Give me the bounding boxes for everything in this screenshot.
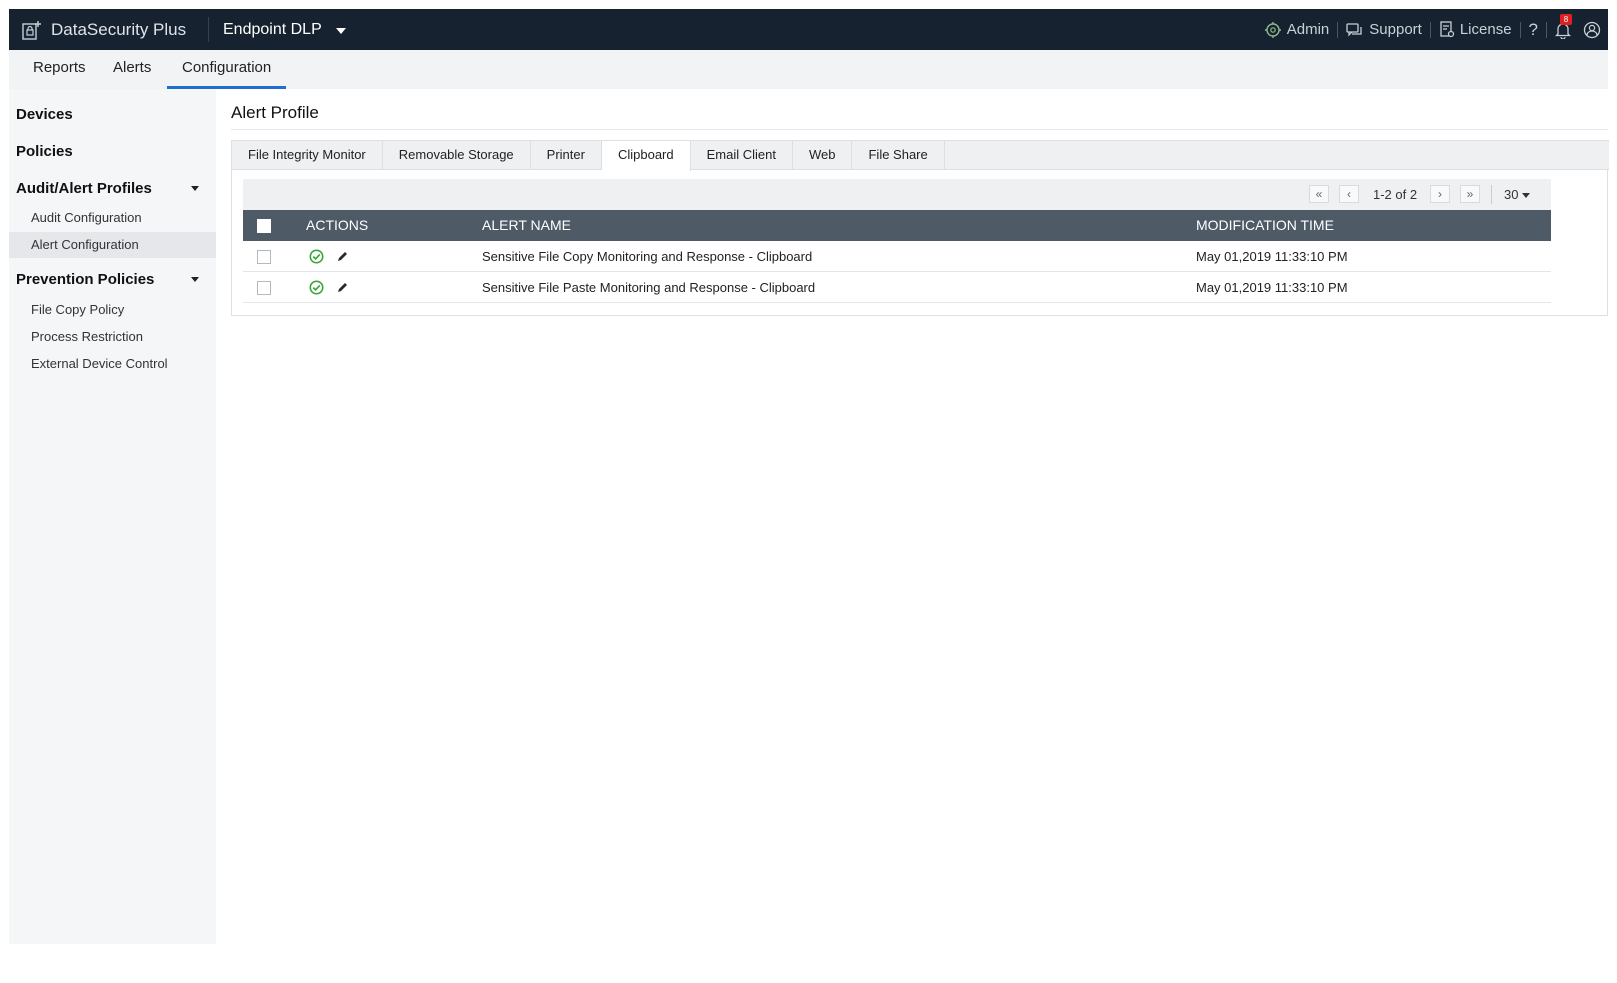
caret-down-icon — [191, 277, 199, 282]
row-checkbox[interactable] — [257, 250, 271, 264]
first-page-button[interactable]: « — [1309, 185, 1329, 203]
pagination-bar: « ‹ 1-2 of 2 › » 30 — [243, 179, 1551, 210]
tab-file-integrity-monitor[interactable]: File Integrity Monitor — [232, 141, 383, 170]
tab-email-client[interactable]: Email Client — [691, 141, 793, 170]
help-link[interactable]: ? — [1521, 20, 1546, 40]
sidebar-item-devices[interactable]: Devices — [16, 106, 73, 123]
table-row: Sensitive File Copy Monitoring and Respo… — [243, 241, 1551, 272]
tab-printer[interactable]: Printer — [531, 141, 602, 170]
divider — [1491, 185, 1492, 204]
edit-pencil-icon[interactable] — [336, 250, 349, 263]
chevron-down-icon — [335, 28, 346, 34]
modification-time-cell: May 01,2019 11:33:10 PM — [1196, 249, 1348, 264]
help-icon: ? — [1528, 19, 1538, 39]
brand-name: DataSecurity Plus — [51, 19, 187, 39]
brand-divider — [208, 17, 209, 42]
top-right-links: Admin Support License ? 8 — [1256, 9, 1608, 50]
table-header: ACTIONS ALERT NAME MODIFICATION TIME — [243, 210, 1551, 241]
support-link[interactable]: Support — [1338, 21, 1430, 38]
row-checkbox[interactable] — [257, 281, 271, 295]
page-range: 1-2 of 2 — [1373, 187, 1418, 202]
prev-page-button[interactable]: ‹ — [1339, 185, 1359, 203]
brand[interactable]: DataSecurity Plus — [21, 9, 186, 50]
modification-time-cell: May 01,2019 11:33:10 PM — [1196, 280, 1348, 295]
alert-table: ACTIONS ALERT NAME MODIFICATION TIME Sen… — [243, 210, 1551, 303]
sidebar: Devices Policies Audit/Alert Profiles Au… — [9, 89, 216, 944]
user-avatar-icon — [1583, 21, 1601, 38]
alert-profile-panel: File Integrity Monitor Removable Storage… — [231, 140, 1609, 316]
product-selector[interactable]: Endpoint DLP — [223, 9, 346, 50]
admin-link[interactable]: Admin — [1256, 21, 1338, 39]
support-label: Support — [1369, 21, 1422, 38]
tab-removable-storage[interactable]: Removable Storage — [383, 141, 531, 170]
sidebar-item-external-device-control[interactable]: External Device Control — [9, 351, 216, 377]
caret-down-icon — [1522, 193, 1531, 198]
admin-gear-icon — [1264, 21, 1281, 38]
page-title: Alert Profile — [231, 103, 319, 122]
column-header-alert-name[interactable]: ALERT NAME — [482, 210, 571, 241]
sidebar-item-process-restriction[interactable]: Process Restriction — [9, 324, 216, 350]
support-chat-icon — [1346, 22, 1362, 36]
caret-down-icon — [191, 186, 199, 191]
category-tabs: File Integrity Monitor Removable Storage… — [232, 140, 1609, 171]
tab-alerts[interactable]: Alerts — [113, 50, 151, 89]
tab-configuration[interactable]: Configuration — [167, 50, 287, 89]
product-name: Endpoint DLP — [223, 20, 322, 38]
sidebar-group-label: Audit/Alert Profiles — [16, 180, 152, 197]
sidebar-item-file-copy-policy[interactable]: File Copy Policy — [9, 297, 216, 323]
license-icon — [1440, 20, 1454, 37]
tab-web[interactable]: Web — [793, 141, 853, 170]
last-page-button[interactable]: » — [1460, 185, 1480, 203]
tab-reports[interactable]: Reports — [33, 50, 86, 89]
sidebar-item-audit-configuration[interactable]: Audit Configuration — [9, 205, 216, 231]
main-nav: Reports Alerts Configuration — [9, 50, 1608, 89]
enabled-check-icon[interactable] — [309, 249, 324, 264]
column-header-actions: ACTIONS — [306, 217, 369, 233]
page-size-value: 30 — [1504, 187, 1519, 202]
sidebar-group-audit-alert-profiles[interactable]: Audit/Alert Profiles — [16, 180, 209, 197]
license-link[interactable]: License — [1431, 20, 1520, 39]
enabled-check-icon[interactable] — [309, 280, 324, 295]
user-profile-button[interactable] — [1579, 21, 1608, 39]
divider — [231, 129, 1608, 130]
datasecurity-logo-icon — [22, 20, 41, 40]
sidebar-item-alert-configuration[interactable]: Alert Configuration — [9, 232, 216, 258]
column-header-modification-time[interactable]: MODIFICATION TIME — [1196, 210, 1334, 241]
sidebar-item-policies[interactable]: Policies — [16, 143, 73, 160]
sidebar-group-prevention-policies[interactable]: Prevention Policies — [16, 271, 209, 288]
sidebar-group-label: Prevention Policies — [16, 271, 155, 288]
table-row: Sensitive File Paste Monitoring and Resp… — [243, 272, 1551, 303]
notifications-button[interactable]: 8 — [1547, 13, 1579, 39]
next-page-button[interactable]: › — [1430, 185, 1450, 203]
alert-name-cell[interactable]: Sensitive File Copy Monitoring and Respo… — [482, 241, 812, 272]
top-bar: DataSecurity Plus Endpoint DLP Admin Sup… — [9, 9, 1608, 50]
tab-clipboard[interactable]: Clipboard — [601, 141, 691, 171]
page-size-select[interactable]: 30 — [1504, 179, 1531, 210]
edit-pencil-icon[interactable] — [336, 281, 349, 294]
select-all-checkbox[interactable] — [257, 219, 271, 233]
notification-badge: 8 — [1560, 13, 1572, 25]
tab-file-share[interactable]: File Share — [852, 141, 945, 170]
license-label: License — [1459, 21, 1512, 38]
alert-name-cell[interactable]: Sensitive File Paste Monitoring and Resp… — [482, 272, 815, 303]
admin-label: Admin — [1286, 21, 1330, 38]
